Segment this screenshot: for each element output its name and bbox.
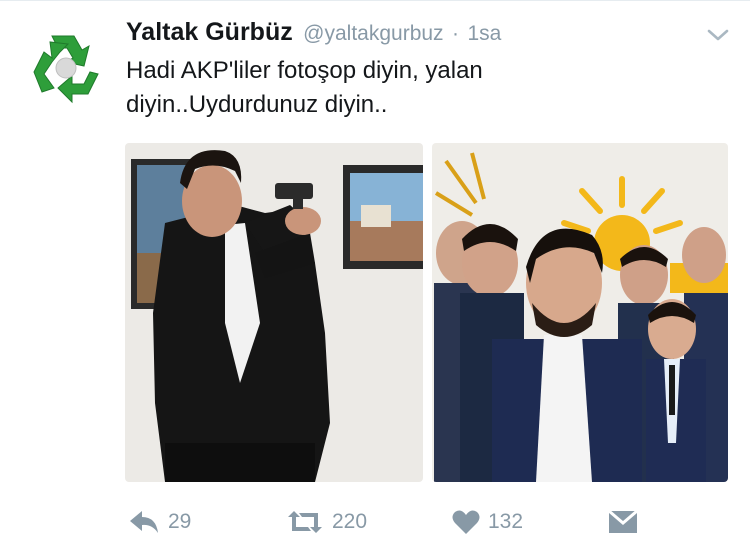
avatar[interactable]	[22, 22, 110, 110]
photo-group-selfie[interactable]	[432, 143, 728, 482]
reply-icon	[130, 511, 158, 533]
chevron-down-icon	[707, 29, 729, 41]
retweet-count: 220	[332, 510, 368, 533]
tweet-text: Hadi AKP'liler fotoşop diyin, yalan diyi…	[126, 57, 483, 118]
author-handle[interactable]: @yaltakgurbuz	[303, 22, 443, 45]
reply-button[interactable]: 29	[128, 500, 191, 544]
author-name[interactable]: Yaltak Gürbüz	[126, 18, 293, 46]
heart-icon	[452, 510, 480, 534]
direct-message-icon	[608, 510, 638, 533]
retweet-button[interactable]: 220	[286, 500, 367, 544]
retweet-icon	[288, 511, 322, 533]
like-button[interactable]: 132	[452, 500, 523, 544]
tweet-menu-button[interactable]	[706, 26, 730, 44]
timestamp[interactable]: 1sa	[467, 22, 501, 45]
photo-gunman[interactable]	[125, 143, 423, 482]
tweet-header: Yaltak Gürbüz @yaltakgurbuz · 1sa	[126, 18, 501, 47]
reply-count: 29	[168, 510, 192, 533]
recycle-icon	[23, 23, 109, 109]
top-divider	[0, 0, 750, 1]
separator-dot: ·	[452, 22, 460, 45]
like-count: 132	[488, 510, 524, 533]
action-bar: 29 220 132	[0, 500, 750, 544]
direct-message-button[interactable]	[608, 500, 638, 544]
